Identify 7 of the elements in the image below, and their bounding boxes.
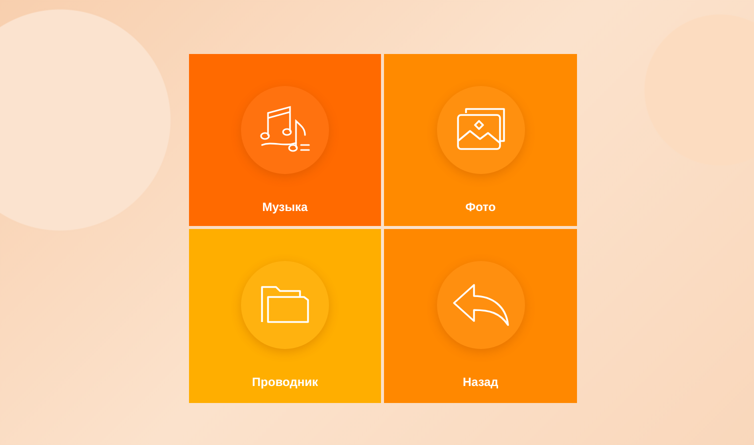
folder-icon — [260, 284, 310, 326]
music-notes-icon — [259, 105, 311, 155]
back-arrow-icon — [452, 283, 510, 327]
menu-tile[interactable]: Проводник — [189, 229, 381, 403]
menu-tile[interactable]: Музыка — [189, 54, 381, 226]
menu-tile[interactable]: Фото — [384, 54, 577, 226]
menu-tile[interactable]: Назад — [384, 229, 577, 403]
